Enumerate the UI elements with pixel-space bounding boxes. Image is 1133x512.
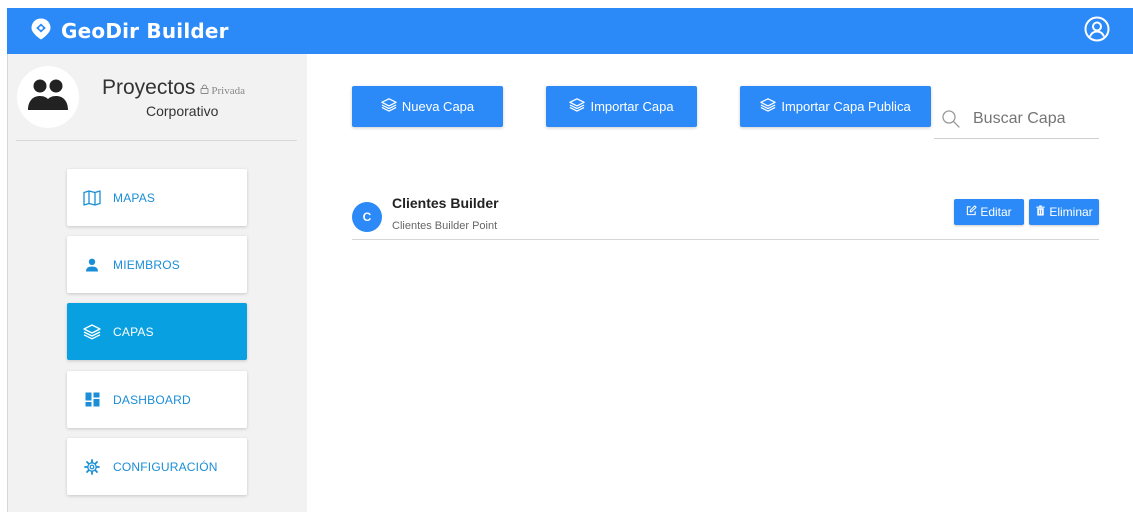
- project-subtitle: Corporativo: [146, 103, 219, 119]
- sidebar-item-configuracion[interactable]: CONFIGURACIÓN: [67, 438, 247, 495]
- user-account-button[interactable]: [1081, 15, 1113, 47]
- privacy-badge: Privada: [200, 84, 245, 97]
- search-field[interactable]: [934, 99, 1099, 139]
- delete-label: Eliminar: [1049, 205, 1093, 219]
- project-avatar: [17, 66, 79, 128]
- layers-icon: [381, 97, 397, 116]
- sidebar-item-label: CAPAS: [113, 324, 154, 339]
- top-app-bar: GeoDir Builder: [7, 8, 1133, 54]
- sidebar: Proyectos Privada Corporativo MAPAS MIEM…: [7, 54, 307, 512]
- privacy-label: Privada: [211, 84, 245, 97]
- group-icon: [27, 78, 69, 117]
- edit-layer-button[interactable]: Editar: [954, 199, 1024, 225]
- sidebar-item-label: MAPAS: [113, 190, 156, 205]
- sidebar-item-label: DASHBOARD: [113, 392, 191, 407]
- sidebar-item-miembros[interactable]: MIEMBROS: [67, 236, 247, 293]
- layers-icon: [760, 97, 777, 116]
- sidebar-divider: [16, 140, 297, 141]
- lock-icon: [200, 84, 209, 97]
- search-input[interactable]: [973, 109, 1093, 128]
- layer-title: Clientes Builder: [392, 195, 499, 211]
- app-page: GeoDir Builder Proyectos Privada Corpora…: [0, 0, 1133, 512]
- sidebar-item-label: MIEMBROS: [113, 257, 180, 272]
- search-icon: [941, 109, 961, 129]
- new-layer-label: Nueva Capa: [401, 99, 475, 114]
- sidebar-item-mapas[interactable]: MAPAS: [67, 169, 247, 226]
- import-layer-label: Importar Capa: [590, 99, 674, 114]
- dashboard-icon: [82, 390, 102, 410]
- brand[interactable]: GeoDir Builder: [29, 16, 229, 46]
- person-icon: [82, 255, 102, 275]
- delete-layer-button[interactable]: Eliminar: [1029, 199, 1099, 225]
- map-pin-logo-icon: [29, 17, 53, 46]
- project-title: Proyectos: [102, 76, 196, 99]
- gear-icon: [82, 457, 102, 477]
- import-public-layer-button[interactable]: Importar Capa Publica: [740, 86, 931, 127]
- new-layer-button[interactable]: Nueva Capa: [352, 86, 503, 127]
- layer-description: Clientes Builder Point: [392, 220, 498, 232]
- layers-icon: [82, 322, 102, 342]
- import-public-layer-label: Importar Capa Publica: [781, 99, 911, 114]
- layer-avatar: C: [352, 202, 382, 232]
- brand-name: GeoDir Builder: [61, 19, 229, 43]
- trash-icon: [1035, 205, 1046, 219]
- edit-icon: [966, 205, 977, 219]
- map-icon: [82, 188, 102, 208]
- user-circle-icon: [1084, 16, 1110, 47]
- edit-label: Editar: [980, 205, 1012, 219]
- sidebar-item-dashboard[interactable]: DASHBOARD: [67, 371, 247, 428]
- layer-list-item[interactable]: C Clientes Builder Clientes Builder Poin…: [352, 190, 1099, 240]
- sidebar-item-capas[interactable]: CAPAS: [67, 303, 247, 360]
- sidebar-item-label: CONFIGURACIÓN: [113, 459, 218, 474]
- layers-icon: [569, 97, 586, 116]
- project-title-row: Proyectos Privada: [102, 76, 245, 100]
- import-layer-button[interactable]: Importar Capa: [546, 86, 697, 127]
